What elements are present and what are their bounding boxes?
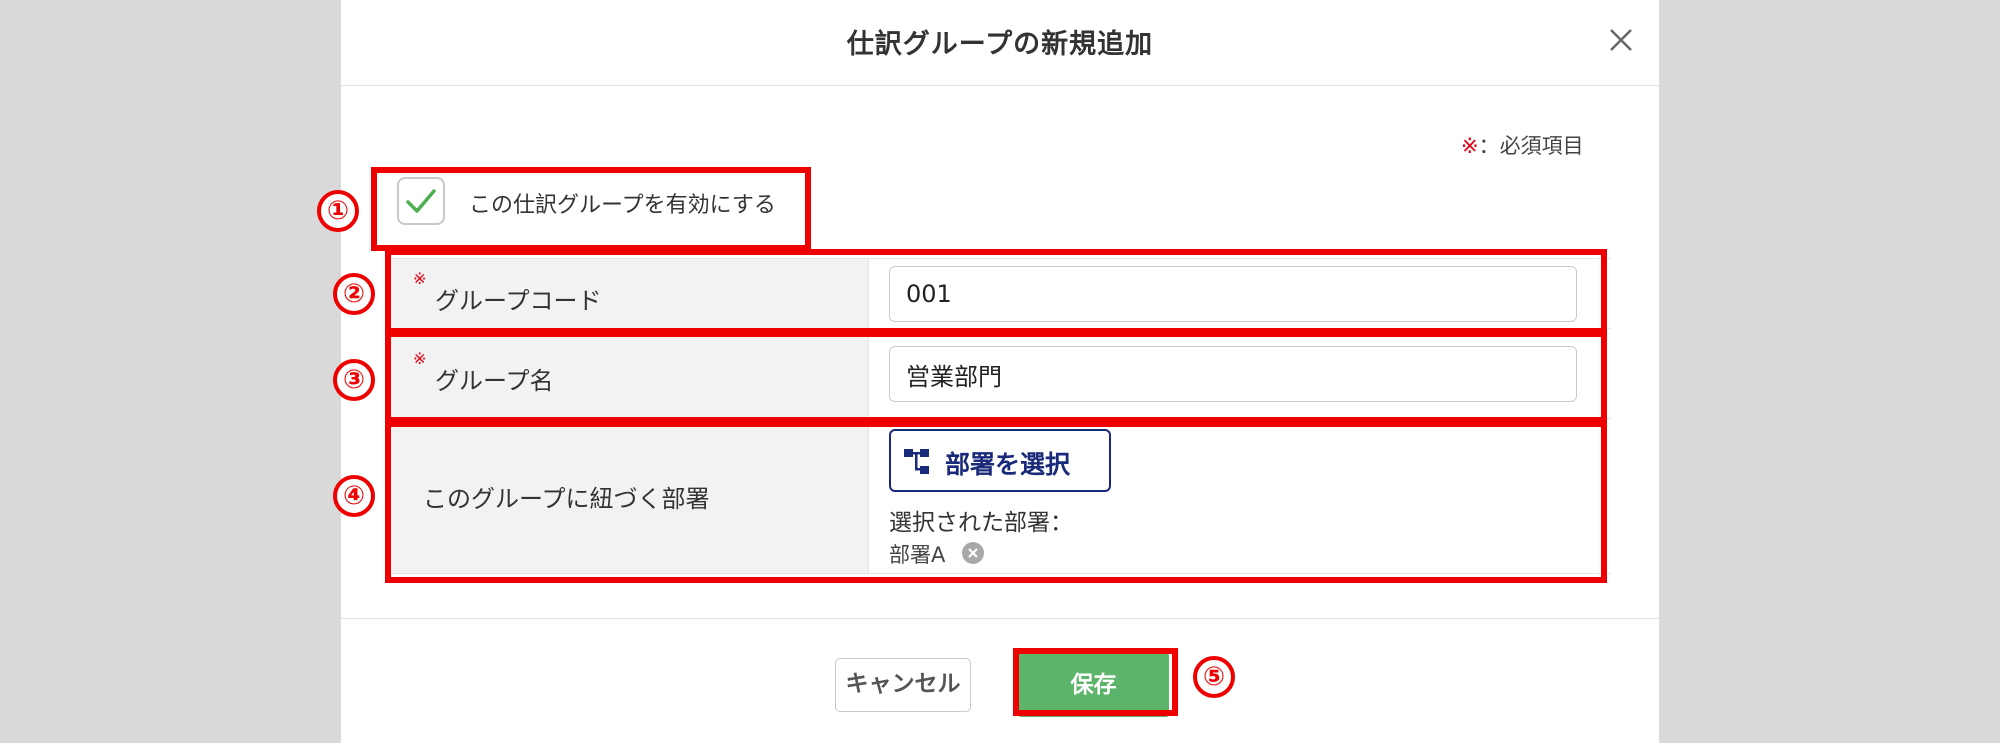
dialog-title: 仕訳グループの新規追加 — [846, 29, 1154, 60]
active-checkbox-label: この仕訳グループを有効にする — [469, 193, 776, 218]
dialog-header: 仕訳グループの新規追加 — [341, 0, 1659, 86]
dialog: 仕訳グループの新規追加 ※：必須項目 この仕訳グループを有効にする ※ グループ… — [341, 0, 1659, 743]
annotation-number-5: ⑤ — [1193, 656, 1235, 698]
required-mark: ※ — [1461, 134, 1479, 158]
select-department-label: 部署を選択 — [945, 450, 1071, 479]
group-code-label-cell: ※ グループコード — [389, 259, 869, 328]
check-icon — [406, 189, 436, 213]
group-code-label: グループコード — [435, 287, 602, 315]
cancel-button[interactable]: キャンセル — [835, 658, 971, 712]
form-table: ※ グループコード ※ グループ名 このグループに紐づく部署 — [389, 258, 1611, 574]
annotation-number-4: ④ — [333, 475, 375, 517]
required-note: ※：必須項目 — [1461, 130, 1584, 160]
department-tag-label: 部署A — [889, 543, 946, 567]
save-button[interactable]: 保存 — [1018, 653, 1169, 717]
annotation-number-3: ③ — [333, 359, 375, 401]
selected-departments-label: 選択された部署： — [889, 510, 1073, 536]
department-tag: 部署A — [889, 539, 985, 567]
annotation-number-1: ① — [317, 190, 359, 232]
group-name-label-cell: ※ グループ名 — [389, 329, 869, 418]
select-department-button[interactable]: 部署を選択 — [889, 429, 1111, 492]
group-name-label: グループ名 — [435, 367, 554, 395]
departments-row: このグループに紐づく部署 部署を選択 選択された部署： 部署A — [389, 419, 1611, 574]
required-mark: ※ — [413, 269, 427, 288]
active-checkbox[interactable] — [397, 177, 445, 225]
required-mark: ※ — [413, 349, 427, 368]
group-name-input[interactable] — [889, 346, 1577, 402]
remove-tag-icon[interactable] — [962, 542, 985, 564]
group-code-input[interactable] — [889, 266, 1577, 322]
required-note-text: ：必須項目 — [1478, 134, 1584, 158]
group-name-row: ※ グループ名 — [389, 329, 1611, 419]
departments-label: このグループに紐づく部署 — [423, 485, 710, 513]
group-code-row: ※ グループコード — [389, 258, 1611, 329]
annotation-number-2: ② — [333, 273, 375, 315]
org-tree-icon — [904, 449, 929, 474]
departments-label-cell: このグループに紐づく部署 — [389, 419, 869, 573]
dialog-footer: キャンセル 保存 — [341, 618, 1659, 743]
close-icon[interactable] — [1605, 24, 1637, 56]
